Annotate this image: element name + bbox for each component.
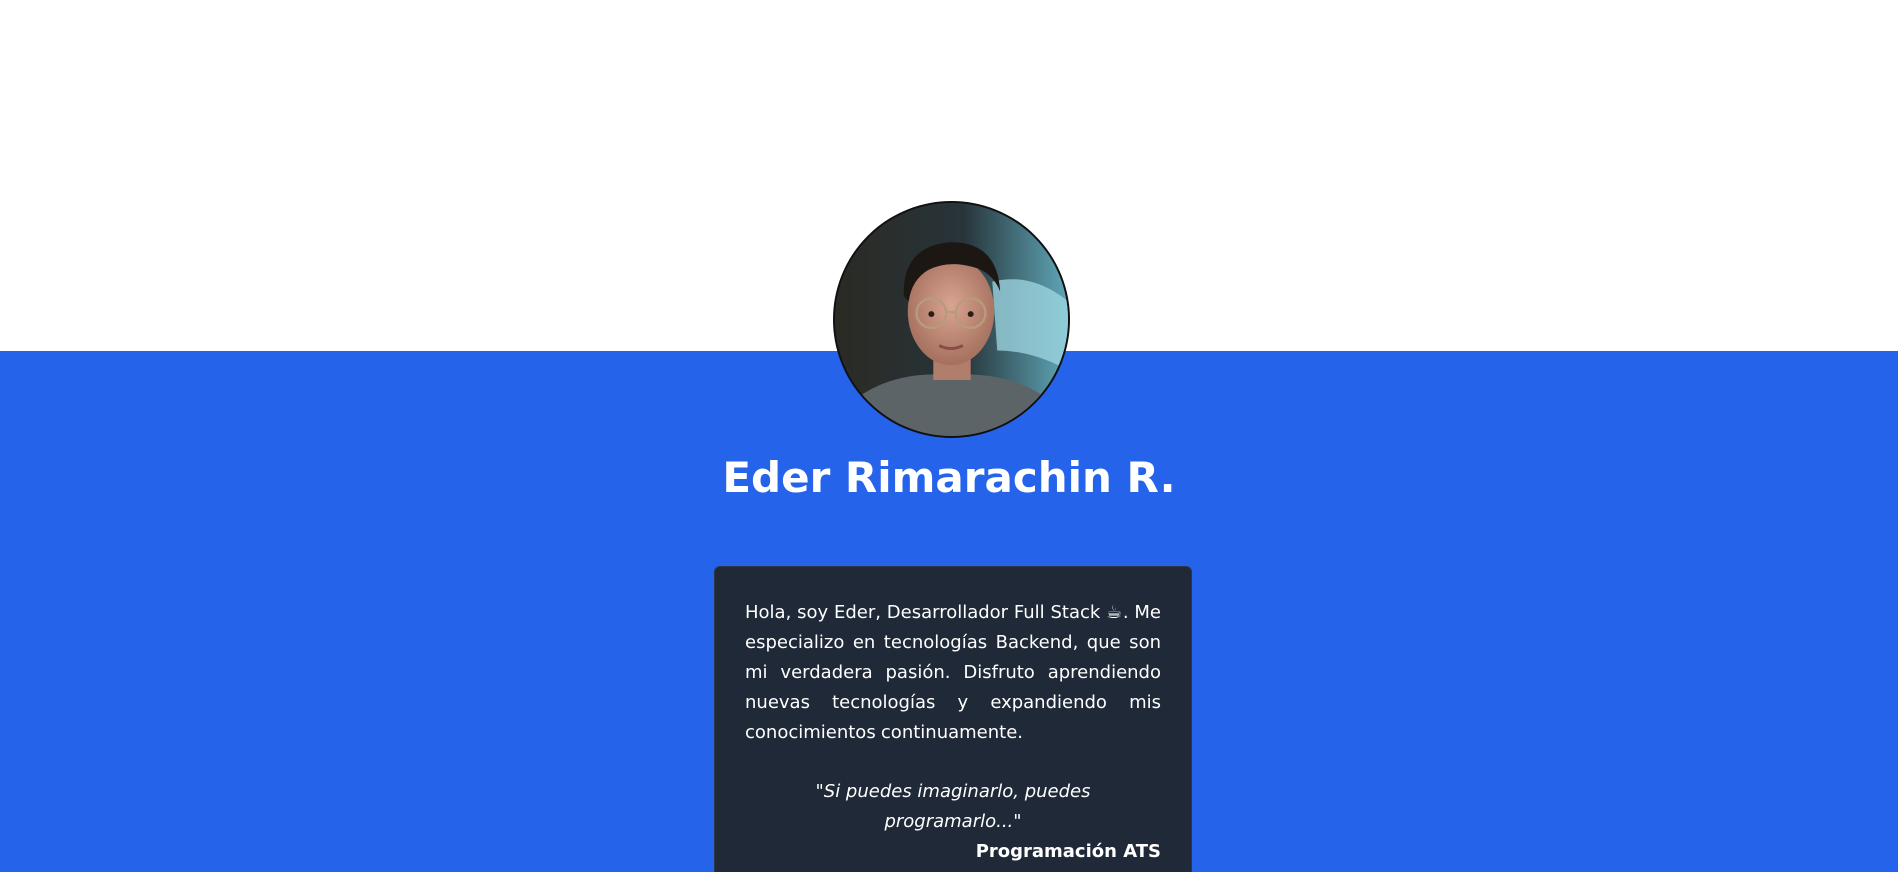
bio-text: Hola, soy Eder, Desarrollador Full Stack… [745, 602, 1161, 743]
quote-text: "Si puedes imaginarlo, puedes programarl… [815, 781, 1091, 832]
page: Eder Rimarachin R. Hola, soy Eder, Desar… [0, 0, 1898, 872]
profile-name: Eder Rimarachin R. [722, 453, 1176, 502]
profile-photo-image [835, 203, 1068, 436]
quote-author: Programación ATS [975, 841, 1161, 862]
about-card: Hola, soy Eder, Desarrollador Full Stack… [714, 566, 1192, 872]
avatar [833, 201, 1070, 438]
